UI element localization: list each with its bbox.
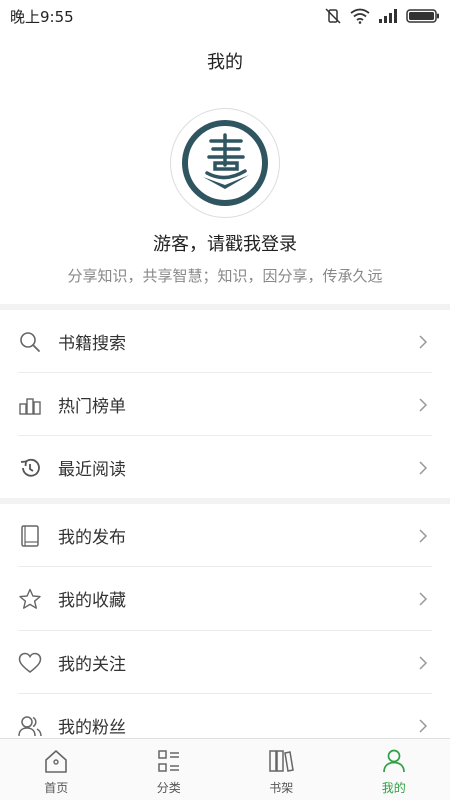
login-prompt[interactable]: 游客，请戳我登录 xyxy=(0,230,450,256)
fans-icon xyxy=(18,714,42,738)
tab-label: 分类 xyxy=(156,781,181,795)
menu-item-recent-reading[interactable]: 最近阅读 xyxy=(0,436,450,499)
chevron-right-icon xyxy=(419,528,428,543)
menu-item-my-publish[interactable]: 我的发布 xyxy=(0,504,450,567)
ranking-icon xyxy=(18,393,42,417)
bottom-tab-bar: 首页 分类 书架 我的 xyxy=(0,738,450,800)
chevron-right-icon xyxy=(419,460,428,475)
bookshelf-icon xyxy=(267,747,295,775)
category-icon xyxy=(155,747,183,775)
menu-item-label: 热门榜单 xyxy=(58,397,126,417)
menu-item-my-favorites[interactable]: 我的收藏 xyxy=(0,567,450,630)
home-icon xyxy=(42,747,70,775)
page-title: 我的 xyxy=(207,52,243,73)
chevron-right-icon xyxy=(419,397,428,412)
history-icon xyxy=(18,456,42,480)
menu-item-label: 我的关注 xyxy=(58,655,126,675)
menu-item-my-following[interactable]: 我的关注 xyxy=(0,631,450,694)
star-icon xyxy=(18,587,42,611)
menu-item-label: 我的收藏 xyxy=(58,591,126,611)
chevron-right-icon xyxy=(419,591,428,606)
wifi-icon xyxy=(350,8,370,24)
menu-item-label: 我的发布 xyxy=(58,528,126,548)
heart-icon xyxy=(18,651,42,675)
tab-label: 首页 xyxy=(44,781,69,795)
battery-icon xyxy=(406,9,439,23)
app-logo-icon xyxy=(182,120,268,206)
chevron-right-icon xyxy=(419,718,428,733)
menu-item-label: 我的粉丝 xyxy=(58,718,126,738)
user-icon xyxy=(380,747,408,775)
avatar[interactable] xyxy=(170,108,280,218)
status-time: 晚上9:55 xyxy=(10,7,74,26)
book-icon xyxy=(18,524,42,548)
tab-label: 我的 xyxy=(381,781,406,795)
tab-label: 书架 xyxy=(269,781,294,795)
status-icons xyxy=(324,8,440,24)
vibrate-off-icon xyxy=(325,8,341,24)
chevron-right-icon xyxy=(419,655,428,670)
slogan-text: 分享知识，共享智慧；知识，因分享，传承久远 xyxy=(67,267,383,285)
tab-home[interactable]: 首页 xyxy=(0,739,113,800)
menu-item-label: 最近阅读 xyxy=(58,460,126,480)
signal-icon xyxy=(379,9,397,23)
menu-item-hot-ranking[interactable]: 热门榜单 xyxy=(0,373,450,436)
status-bar: 晚上9:55 xyxy=(0,0,450,32)
search-icon xyxy=(18,330,42,354)
tab-bookshelf[interactable]: 书架 xyxy=(225,739,338,800)
menu-item-label: 书籍搜索 xyxy=(58,334,126,354)
tab-category[interactable]: 分类 xyxy=(113,739,226,800)
tab-mine[interactable]: 我的 xyxy=(338,739,450,800)
chevron-right-icon xyxy=(419,334,428,349)
menu-item-book-search[interactable]: 书籍搜索 xyxy=(0,310,450,373)
